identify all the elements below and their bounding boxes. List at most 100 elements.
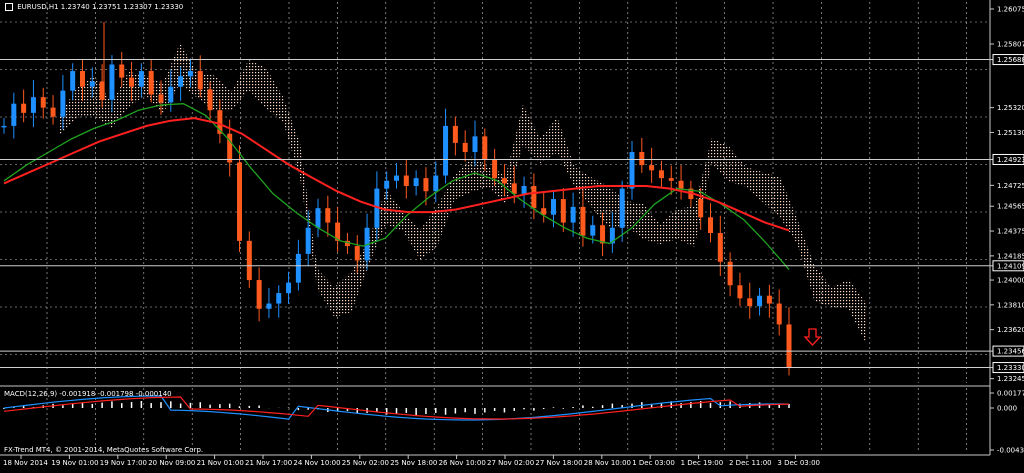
price-tick-label: 1.24725	[997, 182, 1024, 190]
candle-body	[178, 76, 184, 87]
time-tick-label: 20 Nov 09:00	[148, 459, 195, 467]
candle-body	[501, 178, 507, 184]
candle-body	[109, 64, 115, 100]
candle-body	[551, 199, 556, 215]
candle-body	[384, 180, 390, 189]
macd-tick-label: 0.000	[997, 405, 1017, 413]
candle-body	[619, 188, 625, 228]
candle-body	[757, 295, 763, 307]
candle-body	[276, 293, 282, 304]
candle-body	[315, 208, 321, 228]
time-tick-label: 19 Nov 01:00	[51, 459, 98, 467]
time-tick-label: 28 Nov 10:00	[584, 459, 631, 467]
candle-body	[11, 103, 17, 126]
candle-body	[246, 240, 252, 281]
price-tick-label: 1.25320	[997, 104, 1024, 112]
price-tick-label: 1.25807	[997, 41, 1024, 49]
candle-body	[443, 125, 449, 176]
candle-body	[786, 324, 792, 368]
candle-body	[207, 89, 213, 111]
candle-body	[21, 103, 27, 113]
candle-body	[482, 136, 488, 160]
time-tick-label: 24 Nov 10:00	[293, 459, 340, 467]
candle-body	[521, 185, 527, 194]
candle-body	[256, 280, 262, 309]
symbol-label: EURUSD,H1	[17, 3, 59, 11]
candle-body	[629, 152, 635, 189]
price-tick-label: 1.24185	[997, 252, 1024, 260]
candle-body	[197, 71, 203, 90]
price-tick-label: 1.24375	[997, 228, 1024, 236]
candle-body	[325, 208, 331, 223]
candle-body	[590, 225, 596, 236]
candle-body	[40, 97, 46, 108]
candle-body	[295, 253, 301, 283]
candle-body	[70, 71, 76, 91]
price-tick-label: 1.24109	[997, 262, 1024, 270]
ohlc-values: 1.23740 1.23751 1.23307 1.23330	[60, 3, 184, 11]
candle-body	[776, 303, 782, 325]
time-tick-label: 21 Nov 01:00	[197, 459, 244, 467]
macd-tick-label: -0.004394	[997, 447, 1024, 455]
chart-window[interactable]: 1.26075 1.25807 1.25688 1.25320 1.25130 1.249…	[0, 0, 1024, 469]
candle-body	[678, 180, 684, 189]
candle-body	[580, 206, 586, 236]
candle-body	[423, 178, 429, 192]
candle-body	[462, 142, 468, 153]
candle-body	[187, 71, 193, 77]
time-tick-label: 25 Nov 02:00	[342, 459, 389, 467]
candle-body	[119, 64, 125, 78]
price-tick-label: 1.24565	[997, 203, 1024, 211]
chart-canvas[interactable]: 1.26075 1.25807 1.25688 1.25320 1.25130 1.249…	[0, 0, 1024, 469]
candle-body	[727, 261, 733, 286]
price-tick-label: 1.24000	[997, 277, 1024, 285]
candle-body	[89, 81, 95, 87]
time-tick-label: 27 Nov 02:00	[487, 459, 534, 467]
candle-body	[717, 233, 723, 262]
price-tick-label: 1.23810	[997, 301, 1024, 309]
candle-body	[286, 282, 292, 294]
price-tick-label: 1.26075	[997, 6, 1024, 14]
price-tick-label: 1.24923	[997, 156, 1024, 164]
candle-body	[354, 246, 360, 261]
time-tick-label: 21 Nov 17:00	[245, 459, 292, 467]
candle-body	[570, 206, 576, 223]
time-tick-label: 26 Nov 10:00	[439, 459, 486, 467]
candle-body	[560, 199, 566, 223]
time-tick-label: 27 Nov 18:00	[535, 459, 582, 467]
candle-body	[266, 303, 272, 309]
candle-body	[600, 225, 606, 244]
candle-body	[394, 175, 399, 181]
candle-body	[1, 125, 7, 128]
candle-body	[30, 97, 36, 113]
time-tick-label: 25 Nov 18:00	[390, 459, 437, 467]
price-tick-label: 1.23620	[997, 326, 1024, 334]
time-tick-label: 1 Dec 19:00	[681, 459, 724, 467]
time-tick-label: 19 Nov 17:00	[100, 459, 147, 467]
price-tick-label: 1.25130	[997, 129, 1024, 137]
candle-body	[737, 285, 743, 299]
candle-body	[129, 77, 135, 87]
candle-body	[531, 185, 537, 209]
candle-body	[747, 298, 753, 307]
chart-background	[0, 0, 1024, 469]
candle-body	[649, 165, 655, 171]
candle-body	[305, 227, 311, 254]
copyright-text: FX-Trend MT4, © 2001-2014, MetaQuotes So…	[4, 446, 203, 454]
candle-body	[452, 125, 458, 143]
candle-body	[766, 295, 772, 304]
candle-body	[413, 178, 419, 186]
time-tick-label: 1 Dec 03:00	[632, 459, 675, 467]
candle-body	[698, 199, 704, 218]
time-tick-label: 18 Nov 2014	[3, 459, 48, 467]
candle-body	[50, 107, 56, 117]
time-tick-label: 2 Dec 11:00	[729, 459, 772, 467]
price-tick-label: 1.23456	[997, 348, 1024, 356]
candle-body	[433, 175, 439, 192]
candle-body	[168, 86, 174, 103]
candle-body	[237, 162, 242, 241]
chart-header: EURUSD,H1 1.23740 1.23751 1.23307 1.2333…	[5, 3, 183, 11]
candle-body	[668, 178, 674, 181]
macd-tick-label: 0.001778	[997, 390, 1024, 398]
candle-body	[639, 152, 645, 166]
